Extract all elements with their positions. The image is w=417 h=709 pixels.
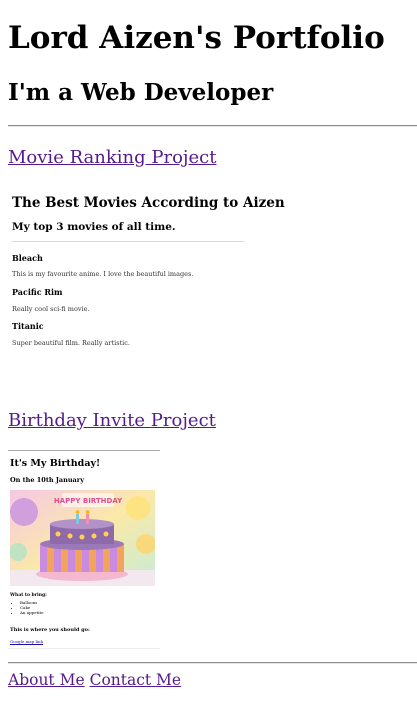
footer-links: About Me Contact Me	[8, 671, 181, 689]
invite-preview-title: It's My Birthday!	[10, 458, 101, 469]
movie-description: Really cool sci-fi movie.	[12, 305, 90, 313]
about-me-link[interactable]: About Me	[8, 671, 85, 689]
movie-ranking-project-link[interactable]: Movie Ranking Project	[8, 147, 216, 168]
birthday-invite-preview: It's My Birthday! On the 10th January HA…	[8, 450, 160, 650]
contact-me-link[interactable]: Contact Me	[90, 671, 182, 689]
movie-preview-title: The Best Movies According to Aizen	[12, 195, 285, 211]
divider-top	[8, 125, 417, 127]
invite-preview-rule	[8, 450, 160, 451]
where-heading: This is where you should go:	[10, 627, 90, 633]
page-title: Lord Aizen's Portfolio	[8, 20, 385, 56]
page-subtitle: I'm a Web Developer	[8, 79, 274, 106]
map-link: Google map link	[10, 639, 44, 644]
bring-list: Balloons Cake An appetite	[10, 600, 43, 615]
birthday-invite-project-link[interactable]: Birthday Invite Project	[8, 410, 216, 431]
divider-bottom	[8, 662, 417, 664]
movie-name: Pacific Rim	[12, 287, 63, 297]
movie-ranking-preview: The Best Movies According to Aizen My to…	[8, 183, 285, 363]
cake-banner-text: HAPPY BIRTHDAY	[54, 497, 123, 505]
birthday-cake-image: HAPPY BIRTHDAY	[10, 490, 155, 586]
movie-preview-divider	[12, 241, 244, 242]
movie-name: Titanic	[12, 321, 44, 331]
invite-preview-date: On the 10th January	[10, 476, 84, 484]
movie-name: Bleach	[12, 253, 43, 263]
movie-preview-subtitle: My top 3 movies of all time.	[12, 221, 176, 233]
movie-description: Super beautiful film. Really artistic.	[12, 339, 130, 347]
invite-preview-bottom-rule	[8, 648, 160, 649]
bring-heading: What to bring:	[10, 593, 47, 598]
bring-item: An appetite	[20, 610, 43, 615]
movie-description: This is my favourite anime. I love the b…	[12, 270, 194, 278]
